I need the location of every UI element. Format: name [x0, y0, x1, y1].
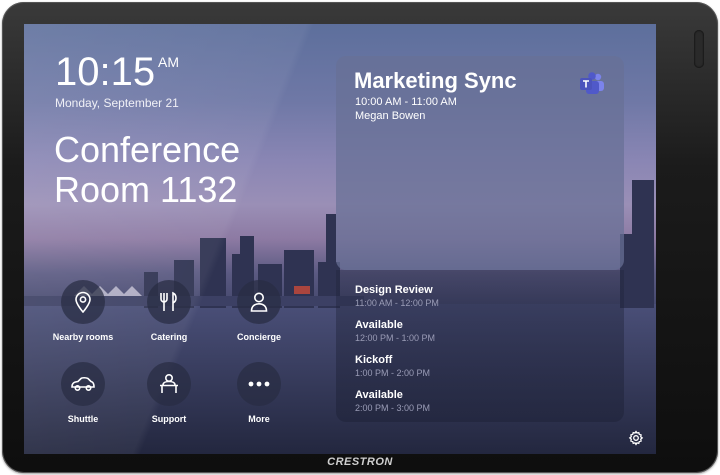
tile-catering[interactable]: Catering: [129, 280, 209, 342]
fork-knife-icon: [147, 280, 191, 324]
tile-more[interactable]: More: [219, 362, 299, 424]
tile-label: Support: [151, 414, 187, 424]
tile-nearby-rooms[interactable]: Nearby rooms: [43, 280, 123, 342]
meeting-time: 10:00 AM - 11:00 AM: [355, 96, 457, 108]
brand-logo: CRESTRON: [327, 456, 393, 468]
tile-label: More: [248, 414, 270, 424]
tile-label: Catering: [150, 332, 188, 342]
agenda-item-time: 2:00 PM - 3:00 PM: [355, 403, 431, 413]
tile-label: Nearby rooms: [52, 332, 114, 342]
person-icon: [237, 280, 281, 324]
tile-concierge[interactable]: Concierge: [219, 280, 299, 342]
tile-label: Shuttle: [67, 414, 99, 424]
microsoft-teams-icon: [580, 72, 604, 94]
more-dots-icon: [237, 362, 281, 406]
screen: 10:15 AM Monday, September 21 Conference…: [24, 24, 656, 454]
support-desk-icon: [147, 362, 191, 406]
clock-date: Monday, September 21: [55, 96, 179, 110]
tile-shuttle[interactable]: Shuttle: [43, 362, 123, 424]
tile-support[interactable]: Support: [129, 362, 209, 424]
car-icon: [61, 362, 105, 406]
meeting-organizer: Megan Bowen: [355, 110, 426, 122]
agenda-item-time: 12:00 PM - 1:00 PM: [355, 333, 436, 343]
gear-icon[interactable]: [628, 430, 644, 446]
agenda-list: Design Review 11:00 AM - 12:00 PM Availa…: [336, 270, 624, 422]
clock-ampm: AM: [158, 54, 179, 70]
agenda-item-name: Available: [355, 389, 403, 401]
room-name: Conference Room 1132: [54, 129, 241, 210]
clock: 10:15 AM Monday, September 21: [55, 50, 179, 110]
clock-time: 10:15: [55, 50, 156, 94]
touch-panel-device: 10:15 AM Monday, September 21 Conference…: [2, 2, 718, 473]
agenda-item-name: Design Review: [355, 284, 433, 296]
agenda-item-time: 11:00 AM - 12:00 PM: [355, 298, 439, 308]
location-pin-icon: [61, 280, 105, 324]
current-meeting-card[interactable]: Marketing Sync 10:00 AM - 11:00 AM Megan…: [336, 56, 624, 270]
agenda-item-time: 1:00 PM - 2:00 PM: [355, 368, 431, 378]
camera-sensor: [694, 30, 704, 68]
agenda-item[interactable]: Available 2:00 PM - 3:00 PM: [355, 389, 430, 413]
agenda-item[interactable]: Design Review 11:00 AM - 12:00 PM: [355, 284, 439, 308]
meeting-title: Marketing Sync: [354, 68, 517, 93]
agenda-item-name: Kickoff: [355, 354, 393, 366]
tile-label: Concierge: [236, 332, 281, 342]
agenda-item[interactable]: Kickoff 1:00 PM - 2:00 PM: [355, 354, 430, 378]
agenda-item[interactable]: Available 12:00 PM - 1:00 PM: [355, 319, 435, 343]
agenda-item-name: Available: [355, 319, 403, 331]
